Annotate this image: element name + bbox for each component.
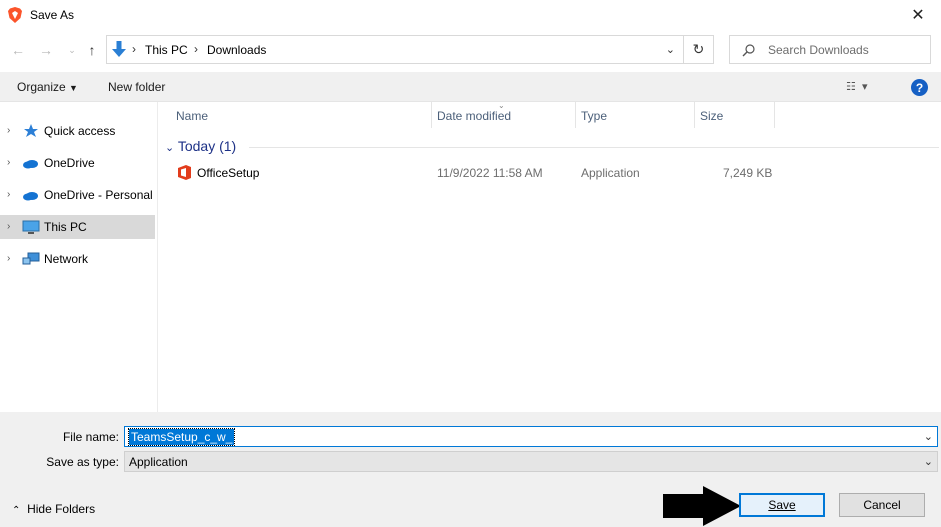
save-button-label: Save [768, 498, 796, 512]
help-icon[interactable]: ? [911, 79, 928, 96]
search-input[interactable] [768, 40, 928, 60]
file-size-cell: 7,249 KB [723, 166, 773, 180]
breadcrumb-downloads[interactable]: Downloads [207, 43, 266, 57]
expand-chevron-icon[interactable]: › [7, 157, 10, 168]
file-name-cell: OfficeSetup [197, 166, 260, 180]
computer-icon [22, 220, 40, 234]
cloud-icon [23, 192, 38, 201]
brave-logo-icon [8, 7, 22, 23]
group-label: Today (1) [177, 138, 237, 154]
expand-chevron-icon[interactable]: › [7, 253, 10, 264]
column-header-type[interactable]: Type [581, 102, 607, 128]
expand-chevron-icon[interactable]: › [7, 125, 10, 136]
sidebar-item-onedrive[interactable]: › OneDrive [0, 151, 155, 175]
save-type-select[interactable]: Application ⌄ [124, 451, 938, 472]
column-header-name[interactable]: Name [176, 102, 208, 128]
window-title: Save As [30, 8, 75, 22]
search-icon [742, 44, 755, 57]
organize-dropdown-icon: ▼ [69, 83, 78, 93]
file-name-dropdown-icon[interactable]: ⌄ [924, 430, 933, 443]
pointer-arrow-icon [663, 486, 741, 526]
change-view-icon[interactable]: ☷ ▾ [846, 80, 868, 93]
column-header-size[interactable]: Size [700, 102, 723, 128]
save-type-value: Application [129, 455, 188, 469]
sidebar-item-quick-access[interactable]: › Quick access [0, 119, 155, 143]
sidebar-item-label: This PC [44, 220, 87, 234]
new-folder-button[interactable]: New folder [108, 80, 165, 94]
hide-folders-label: Hide Folders [27, 502, 96, 516]
title-bar: Save As ✕ [0, 0, 941, 30]
sidebar-item-this-pc[interactable]: › This PC [0, 215, 155, 239]
address-bar[interactable]: › This PC › Downloads ⌄ [106, 35, 684, 64]
expand-chevron-icon[interactable]: › [7, 221, 10, 232]
sidebar-item-label: OneDrive [44, 156, 95, 170]
save-button[interactable]: Save [739, 493, 825, 517]
column-divider[interactable] [774, 102, 775, 128]
column-header-date-modified[interactable]: Date modified [437, 102, 511, 128]
recent-locations-chevron-icon[interactable]: ⌄ [64, 42, 80, 58]
group-divider [249, 147, 939, 148]
save-type-label: Save as type: [46, 455, 119, 469]
network-icon [22, 252, 40, 265]
breadcrumb-separator-icon: › [132, 42, 136, 56]
downloads-folder-icon [112, 41, 126, 57]
hide-folders-button[interactable]: ⌃ Hide Folders [12, 502, 95, 516]
file-date-cell: 11/9/2022 11:58 AM [437, 166, 543, 180]
close-icon[interactable]: ✕ [895, 0, 941, 30]
file-name-field[interactable]: TeamsSetup_c_w_ ⌄ [124, 426, 938, 447]
forward-arrow-icon[interactable]: → [38, 42, 54, 58]
group-collapse-icon: ⌄ [165, 142, 175, 154]
file-type-cell: Application [581, 166, 640, 180]
file-list: ⌄ Name Date modified Type Size ⌄ Today (… [159, 101, 941, 412]
office-app-icon [178, 165, 191, 180]
organize-label: Organize [17, 80, 66, 94]
table-row[interactable]: OfficeSetup 11/9/2022 11:58 AM Applicati… [159, 162, 941, 184]
cancel-button[interactable]: Cancel [839, 493, 925, 517]
sidebar-item-label: Network [44, 252, 89, 266]
cloud-icon [23, 160, 38, 169]
group-header-today[interactable]: ⌄ Today (1) [165, 138, 236, 154]
organize-menu[interactable]: Organize ▼ [17, 80, 78, 94]
refresh-icon[interactable]: ↻ [684, 35, 714, 64]
star-icon [24, 124, 38, 137]
address-dropdown-icon[interactable]: ⌄ [666, 43, 675, 56]
save-form-panel: File name: TeamsSetup_c_w_ ⌄ Save as typ… [0, 412, 941, 527]
breadcrumb-this-pc[interactable]: This PC [145, 43, 188, 57]
sidebar-item-onedrive-personal[interactable]: › OneDrive - Personal [0, 183, 155, 207]
column-divider[interactable] [575, 102, 576, 128]
search-box[interactable] [729, 35, 931, 64]
back-arrow-icon[interactable]: ← [10, 42, 26, 58]
sidebar-item-network[interactable]: › Network [0, 247, 155, 271]
column-divider[interactable] [431, 102, 432, 128]
column-divider[interactable] [694, 102, 695, 128]
up-arrow-icon[interactable]: ↑ [84, 42, 100, 58]
file-name-value[interactable]: TeamsSetup_c_w_ [127, 428, 236, 446]
chevron-up-icon: ⌃ [12, 505, 21, 516]
breadcrumb-separator-icon: › [194, 42, 198, 56]
file-name-label: File name: [62, 430, 119, 444]
navigation-bar: ← → ⌄ ↑ › This PC › Downloads ⌄ ↻ [0, 30, 941, 70]
sidebar-item-label: Quick access [44, 124, 116, 138]
expand-chevron-icon[interactable]: › [7, 189, 10, 200]
command-toolbar: Organize ▼ New folder ☷ ▾ ? [0, 72, 941, 102]
navigation-pane: › Quick access › OneDrive › OneDrive - P… [0, 102, 158, 412]
sidebar-item-label: OneDrive - Personal [44, 188, 153, 202]
save-type-dropdown-icon[interactable]: ⌄ [924, 455, 933, 468]
